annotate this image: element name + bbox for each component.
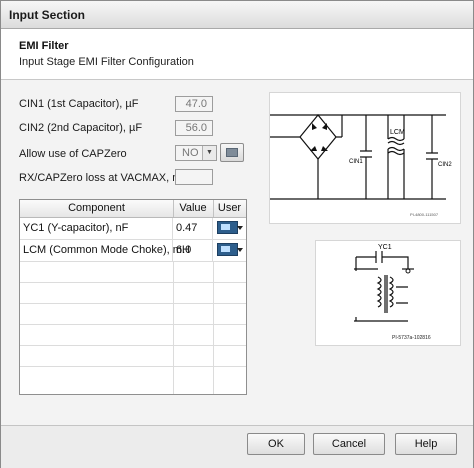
- user-edit-icon[interactable]: [217, 243, 243, 256]
- user-cell: [213, 240, 246, 261]
- capzero-value: NO: [182, 147, 199, 159]
- section-subtitle: Input Stage EMI Filter Configuration: [19, 56, 194, 68]
- component-table: Component Value User YC1 (Y-capacitor), …: [19, 199, 247, 395]
- ok-button[interactable]: OK: [247, 433, 305, 455]
- emi-filter-schematic: LCM CIN1 CIN2 PI-4800-111507: [269, 92, 461, 224]
- cin2-diagram-label: CIN2: [438, 162, 452, 168]
- capzero-select[interactable]: NO ▼: [175, 145, 217, 161]
- column-divider: [213, 262, 214, 394]
- table-row[interactable]: YC1 (Y-capacitor), nF 0.47: [20, 218, 246, 240]
- cancel-button[interactable]: Cancel: [313, 433, 385, 455]
- cin1-diagram-label: CIN1: [349, 159, 363, 165]
- configure-icon: [226, 148, 238, 157]
- user-cell: [213, 218, 246, 239]
- column-divider: [173, 262, 174, 394]
- component-name: LCM (Common Mode Choke), mH: [20, 240, 190, 261]
- emi-filter-schematic-drawing: LCM CIN1 CIN2 PI-4800-111507: [270, 114, 452, 217]
- lcm-label: LCM: [390, 129, 405, 136]
- help-button[interactable]: Help: [395, 433, 457, 455]
- dialog-window: Input Section EMI Filter Input Stage EMI…: [0, 0, 474, 468]
- table-row[interactable]: LCM (Common Mode Choke), mH 6.0: [20, 240, 246, 262]
- component-name: YC1 (Y-capacitor), nF: [20, 218, 173, 239]
- cin1-input[interactable]: 47.0: [175, 96, 213, 112]
- rxloss-label: RX/CAPZero loss at VACMAX, mW: [19, 172, 192, 184]
- component-value[interactable]: 6.0: [173, 240, 213, 261]
- user-edit-icon[interactable]: [217, 221, 243, 234]
- y-capacitor-schematic: YC1 PI-5737a-102816: [315, 240, 461, 346]
- cin1-label: CIN1 (1st Capacitor), µF: [19, 98, 139, 110]
- column-header-user: User: [217, 202, 242, 214]
- column-header-component: Component: [20, 200, 174, 217]
- yc-label: YC1: [378, 244, 392, 251]
- diagram-code: PI-5737a-102816: [392, 335, 431, 341]
- table-header: Component Value User: [20, 200, 246, 218]
- rxloss-input[interactable]: [175, 169, 213, 185]
- window-title: Input Section: [9, 8, 85, 22]
- capzero-label: Allow use of CAPZero: [19, 148, 127, 160]
- capzero-config-button[interactable]: [220, 143, 244, 162]
- y-capacitor-schematic-drawing: YC1 PI-5737a-102816: [354, 244, 431, 341]
- chevron-down-icon[interactable]: ▼: [202, 146, 216, 160]
- title-bar: Input Section: [1, 1, 473, 29]
- cin2-label: CIN2 (2nd Capacitor), µF: [19, 122, 143, 134]
- section-header: EMI Filter Input Stage EMI Filter Config…: [1, 29, 473, 80]
- column-header-value: Value: [173, 200, 214, 217]
- component-value[interactable]: 0.47: [173, 218, 213, 239]
- section-title: EMI Filter: [19, 40, 69, 52]
- cin2-input[interactable]: 56.0: [175, 120, 213, 136]
- diagram-code: PI-4800-111507: [410, 212, 439, 217]
